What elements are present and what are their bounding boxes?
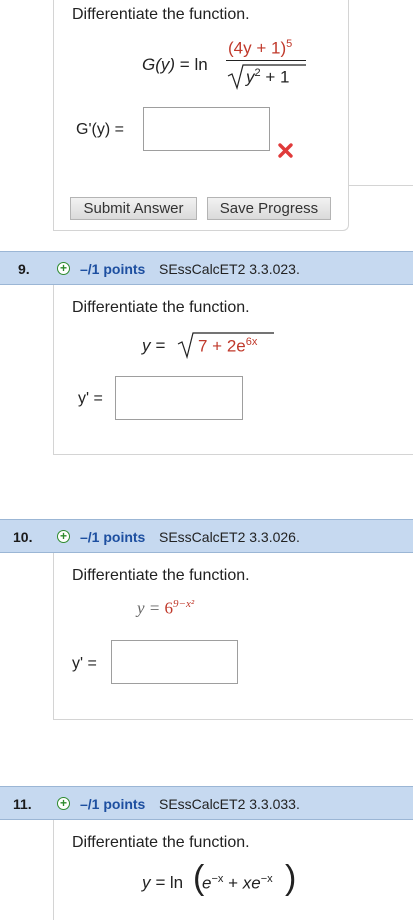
formula-ln: ln <box>169 873 184 892</box>
question-8-divider <box>349 185 413 186</box>
source-label: SEssCalcET2 3.3.023. <box>159 261 300 277</box>
expand-plus-icon[interactable]: + <box>57 797 70 810</box>
formula-denominator-tail: + 1 <box>260 67 290 87</box>
question-number: 11. <box>13 796 32 812</box>
formula-term2: xe <box>242 873 261 893</box>
question-10-answer-input[interactable] <box>111 640 238 684</box>
formula-numerator: (4y + 1) <box>228 38 287 58</box>
formula-numerator-exp: 5 <box>286 38 293 50</box>
right-paren-icon: ) <box>285 859 297 897</box>
formula-radicand-exp: 6x <box>245 336 258 348</box>
question-9-formula: y = 7 + 2e6x <box>142 330 282 360</box>
question-9-answer-label: y' = <box>78 390 103 407</box>
question-number: 9. <box>18 261 30 277</box>
formula-lhs: y = <box>142 873 166 892</box>
question-11-formula: y = ln ( e−x + xe−x ) <box>142 859 302 903</box>
formula-lhs: y = <box>142 336 166 355</box>
question-11-prompt: Differentiate the function. <box>72 834 250 851</box>
formula-term2-exp: −x <box>260 873 273 885</box>
formula-lhs: y = <box>137 598 161 618</box>
points-label: –/1 points <box>80 529 146 545</box>
question-8-answer-label: G'(y) = <box>76 121 124 138</box>
formula-eq: = <box>179 55 190 74</box>
formula-plus: + <box>223 873 243 893</box>
submit-answer-button[interactable]: Submit Answer <box>70 197 197 220</box>
question-8-formula: G(y) = ln (4y + 1)5 y2 + 1 <box>142 38 312 90</box>
formula-denominator: y <box>246 67 255 87</box>
points-label: –/1 points <box>80 261 146 277</box>
question-number: 10. <box>13 529 33 545</box>
question-8-prompt: Differentiate the function. <box>72 6 250 23</box>
formula-exponent: 9−x² <box>173 598 195 610</box>
source-label: SEssCalcET2 3.3.026. <box>159 529 300 545</box>
question-10-prompt: Differentiate the function. <box>72 567 250 584</box>
points-label: –/1 points <box>80 796 146 812</box>
question-11-header: 11. + –/1 points SEssCalcET2 3.3.033. <box>0 786 413 820</box>
formula-radicand: 7 + 2e <box>198 336 246 356</box>
expand-plus-icon[interactable]: + <box>57 530 70 543</box>
question-10-formula: y = 69−x² <box>137 598 194 619</box>
question-9-header: 9. + –/1 points SEssCalcET2 3.3.023. <box>0 251 413 285</box>
incorrect-x-icon <box>278 143 293 158</box>
formula-ln: ln <box>194 55 208 74</box>
question-9-prompt: Differentiate the function. <box>72 299 250 316</box>
save-progress-button[interactable]: Save Progress <box>207 197 331 220</box>
formula-lhs: G(y) <box>142 55 176 74</box>
question-8-answer-input[interactable] <box>143 107 270 151</box>
expand-plus-icon[interactable]: + <box>57 262 70 275</box>
question-10-header: 10. + –/1 points SEssCalcET2 3.3.026. <box>0 519 413 553</box>
question-9-answer-input[interactable] <box>115 376 243 420</box>
fraction-bar <box>226 60 306 61</box>
formula-term1-exp: −x <box>211 873 224 885</box>
source-label: SEssCalcET2 3.3.033. <box>159 796 300 812</box>
question-10-answer-label: y' = <box>72 655 97 672</box>
formula-base: 6 <box>164 598 174 618</box>
